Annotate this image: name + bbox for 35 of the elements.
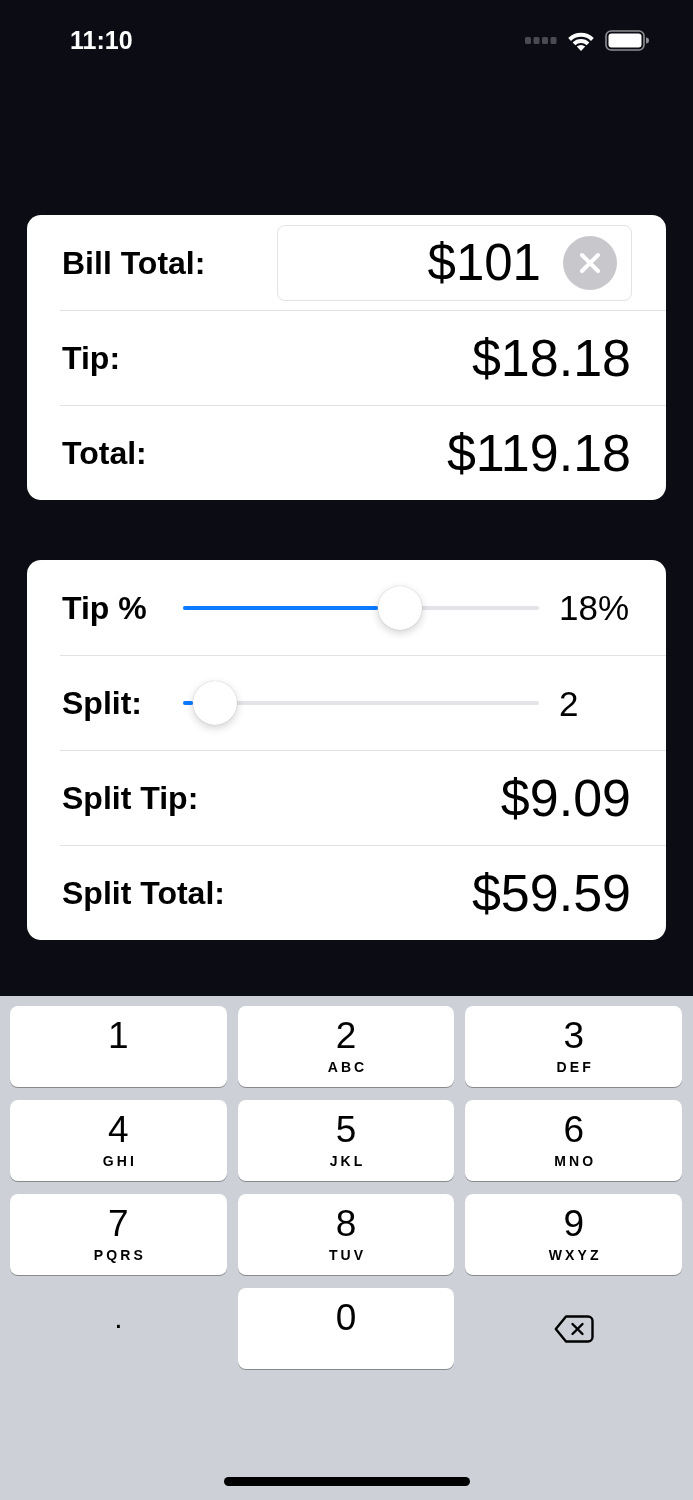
delete-icon xyxy=(553,1314,594,1343)
slider-track[interactable] xyxy=(183,681,539,725)
slider-value: 18% xyxy=(558,590,631,625)
row-label: Tip: xyxy=(62,342,121,374)
status-time: 11:10 xyxy=(70,25,133,55)
row-label: Total: xyxy=(62,437,147,469)
amount-value: $119.18 xyxy=(446,427,631,479)
cellular-signal-icon xyxy=(525,36,557,44)
digit-key[interactable]: 1 xyxy=(10,1006,227,1087)
row-label: Split Total: xyxy=(62,877,225,909)
decimal-key[interactable]: . xyxy=(10,1288,227,1369)
slider-fill xyxy=(183,701,194,705)
slider-track[interactable] xyxy=(183,585,539,630)
digit-key[interactable]: 5 JKL xyxy=(237,1100,455,1181)
digit-key[interactable]: 2 ABC xyxy=(237,1006,455,1087)
amount-value: $18.18 xyxy=(471,332,631,384)
slider-thumb[interactable] xyxy=(193,681,238,725)
row-label: Tip % xyxy=(62,591,148,624)
amount-value: $9.09 xyxy=(500,772,631,824)
digit-key[interactable]: 4 GHI xyxy=(10,1100,227,1181)
slider-thumb[interactable] xyxy=(378,585,423,630)
row-label: Bill Total: xyxy=(62,246,207,279)
digit-key[interactable]: 8 TUV xyxy=(237,1194,455,1275)
amount-field[interactable]: $101 xyxy=(277,224,632,301)
row-label: Split: xyxy=(62,687,143,719)
digit-key[interactable]: 3 DEF xyxy=(465,1006,682,1087)
slider-value: 2 xyxy=(558,685,580,721)
amount-value: $59.59 xyxy=(471,867,631,919)
clear-icon[interactable] xyxy=(563,235,617,290)
digit-key[interactable]: 0 xyxy=(237,1288,455,1369)
row-label: Split Tip: xyxy=(62,782,199,814)
digit-key[interactable]: 6 MNO xyxy=(465,1100,682,1181)
battery-icon xyxy=(605,29,649,51)
digit-key[interactable]: 9 WXYZ xyxy=(465,1194,682,1275)
digit-key[interactable]: 7 PQRS xyxy=(10,1194,227,1275)
